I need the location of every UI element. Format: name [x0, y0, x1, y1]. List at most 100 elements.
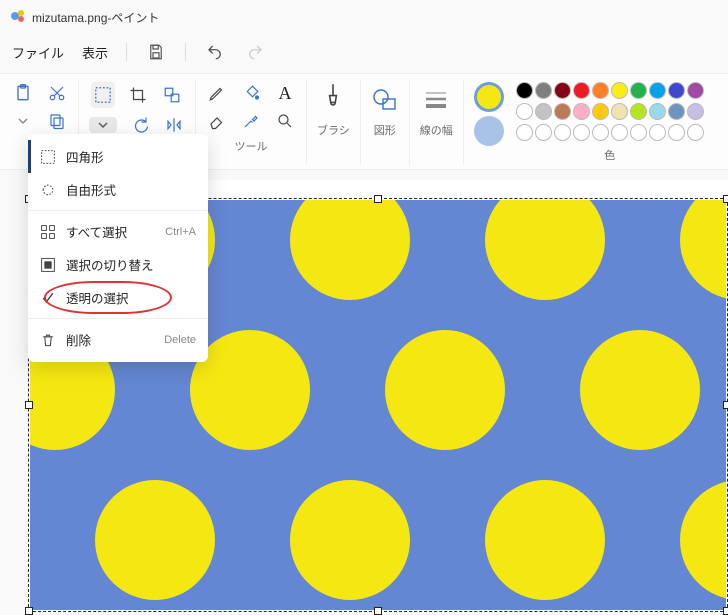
pencil-tool[interactable] — [206, 82, 228, 104]
menu-transparent-selection[interactable]: 透明の選択 — [28, 281, 208, 314]
menu-freeform-label: 自由形式 — [66, 180, 116, 199]
group-shapes-label: 図形 — [374, 122, 396, 138]
color-swatch[interactable] — [630, 103, 647, 120]
menu-rectangle-select[interactable]: 四角形 — [28, 140, 208, 173]
color-swatch[interactable] — [687, 103, 704, 120]
color-swatch[interactable] — [630, 82, 647, 99]
title-filename: mizutama.png — [32, 11, 107, 25]
color-primary[interactable] — [474, 82, 504, 112]
palette — [516, 82, 704, 141]
color-swatch[interactable] — [687, 124, 704, 141]
polka-dot — [95, 480, 215, 600]
color-swatch[interactable] — [649, 103, 666, 120]
color-swatch[interactable] — [535, 103, 552, 120]
redo-button[interactable] — [244, 41, 266, 63]
color-swatch[interactable] — [573, 82, 590, 99]
menu-invert-selection[interactable]: 選択の切り替え — [28, 248, 208, 281]
color-secondary[interactable] — [474, 116, 504, 146]
select-dropdown-menu: 四角形 自由形式 すべて選択 Ctrl+A 選択の切り替え 透明の選択 削除 D… — [28, 134, 208, 362]
group-stroke: 線の幅 — [410, 80, 464, 165]
group-brushes: ブラシ — [307, 80, 361, 165]
select-tool[interactable] — [91, 82, 115, 108]
menu-delete[interactable]: 削除 Delete — [28, 323, 208, 356]
resize-handle[interactable] — [25, 401, 33, 409]
menu-freeform-select[interactable]: 自由形式 — [28, 173, 208, 206]
color-swatch[interactable] — [611, 103, 628, 120]
brush-button[interactable] — [319, 82, 347, 122]
group-shapes: 図形 — [361, 80, 410, 165]
paste-chevron-icon[interactable] — [12, 110, 34, 132]
color-swatch[interactable] — [516, 82, 533, 99]
eraser-tool[interactable] — [206, 110, 228, 132]
paste-button[interactable] — [12, 82, 34, 104]
menu-invert-label: 選択の切り替え — [66, 255, 154, 274]
color-swatch[interactable] — [611, 82, 628, 99]
color-swatch[interactable] — [649, 82, 666, 99]
color-swatch[interactable] — [516, 124, 533, 141]
eyedropper-tool[interactable] — [240, 110, 262, 132]
title-appname: ペイント — [111, 9, 159, 26]
color-swatch[interactable] — [668, 82, 685, 99]
rotate-button[interactable] — [129, 114, 151, 136]
resize-handle[interactable] — [723, 195, 728, 203]
resize-handle[interactable] — [374, 195, 382, 203]
resize-button[interactable] — [161, 84, 183, 106]
menu-bar: ファイル 表示 — [0, 35, 728, 73]
polka-dot — [385, 330, 505, 450]
menu-separator — [28, 210, 208, 211]
group-colors-label: 色 — [604, 147, 615, 163]
color-swatch[interactable] — [554, 124, 571, 141]
resize-handle[interactable] — [723, 401, 728, 409]
color-swatch[interactable] — [649, 124, 666, 141]
crop-button[interactable] — [127, 84, 149, 106]
menu-delete-label: 削除 — [66, 330, 91, 349]
group-brushes-label: ブラシ — [317, 122, 350, 138]
color-swatch[interactable] — [573, 124, 590, 141]
text-tool[interactable]: A — [274, 82, 296, 104]
polka-dot — [580, 330, 700, 450]
title-bar: mizutama.png - ペイント — [0, 0, 728, 35]
polka-dot — [290, 480, 410, 600]
color-swatch[interactable] — [592, 82, 609, 99]
polka-dot — [290, 200, 410, 300]
color-swatch[interactable] — [668, 124, 685, 141]
group-tools-label: ツール — [235, 138, 268, 154]
undo-button[interactable] — [204, 41, 226, 63]
separator — [185, 43, 186, 61]
fill-tool[interactable] — [240, 82, 262, 104]
shapes-button[interactable] — [371, 82, 399, 122]
flip-button[interactable] — [163, 114, 185, 136]
color-swatch[interactable] — [554, 82, 571, 99]
color-swatch[interactable] — [516, 103, 533, 120]
color-swatch[interactable] — [687, 82, 704, 99]
color-swatch[interactable] — [668, 103, 685, 120]
color-swatch[interactable] — [592, 103, 609, 120]
save-button[interactable] — [145, 41, 167, 63]
polka-dot — [680, 200, 726, 300]
group-colors: 色 — [464, 80, 714, 165]
menu-file[interactable]: ファイル — [12, 43, 64, 62]
color-swatch[interactable] — [554, 103, 571, 120]
menu-select-all-shortcut: Ctrl+A — [165, 226, 196, 238]
color-swatch[interactable] — [535, 82, 552, 99]
cut-button[interactable] — [46, 82, 68, 104]
app-icon — [10, 8, 26, 27]
polka-dot — [680, 480, 726, 600]
menu-delete-shortcut: Delete — [164, 334, 196, 346]
stroke-width-button[interactable] — [422, 82, 450, 122]
color-swatch[interactable] — [630, 124, 647, 141]
separator — [126, 43, 127, 61]
menu-separator — [28, 318, 208, 319]
color-swatch[interactable] — [611, 124, 628, 141]
color-swatch[interactable] — [573, 103, 590, 120]
copy-button[interactable] — [46, 110, 68, 132]
color-swatch[interactable] — [592, 124, 609, 141]
group-stroke-label: 線の幅 — [420, 122, 453, 138]
menu-select-all-label: すべて選択 — [66, 222, 127, 241]
magnifier-tool[interactable] — [274, 110, 296, 132]
color-swatch[interactable] — [535, 124, 552, 141]
select-dropdown-button[interactable] — [89, 117, 117, 133]
menu-view[interactable]: 表示 — [82, 43, 108, 62]
menu-select-all[interactable]: すべて選択 Ctrl+A — [28, 215, 208, 248]
polka-dot — [485, 480, 605, 600]
